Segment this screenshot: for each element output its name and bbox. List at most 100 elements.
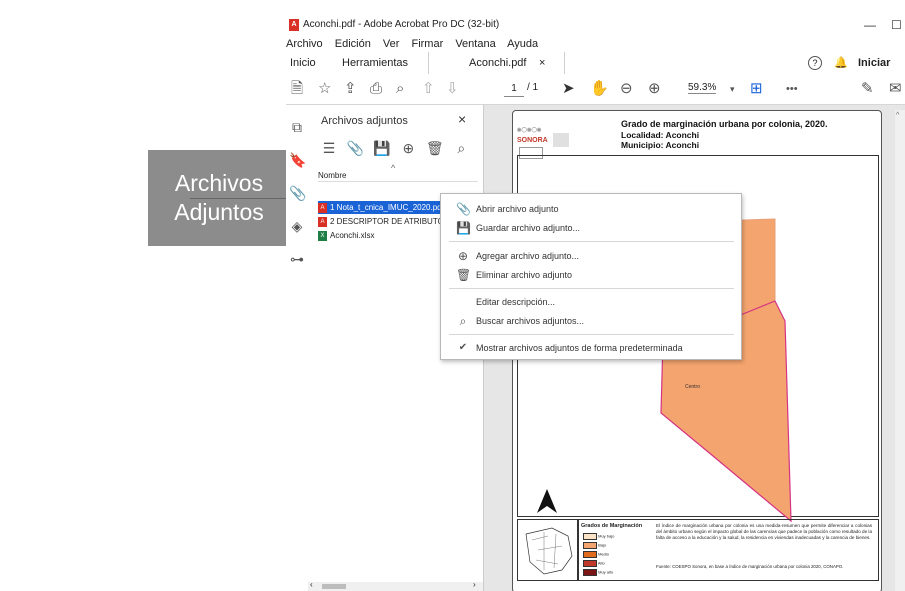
attachment-context-menu: 📎 Abrir archivo adjunto 💾 Guardar archiv… bbox=[440, 193, 742, 360]
menu-item-delete-attachment[interactable]: 🗑 Eliminar archivo adjunto bbox=[441, 266, 741, 284]
menu-ventana[interactable]: Ventana bbox=[455, 38, 495, 50]
menu-archivo[interactable]: Archivo bbox=[286, 38, 323, 50]
menu-item-open-attachment[interactable]: 📎 Abrir archivo adjunto bbox=[441, 200, 741, 218]
list-item-attachment[interactable]: X Aconchi.xlsx bbox=[318, 229, 374, 242]
tab-inicio[interactable]: Inicio bbox=[290, 52, 316, 74]
menu-ver[interactable]: Ver bbox=[383, 38, 400, 50]
legend-item: Alto bbox=[583, 560, 614, 569]
page-up-icon[interactable]: ⇧ bbox=[422, 81, 435, 97]
pdf-file-icon: A bbox=[318, 216, 327, 227]
menu-edicion[interactable]: Edición bbox=[335, 38, 371, 50]
more-tools-icon[interactable]: ••• bbox=[786, 81, 798, 97]
acrobat-app-icon: A bbox=[289, 19, 299, 31]
zoom-out-icon[interactable]: ⊖ bbox=[620, 81, 633, 97]
menu-item-search-attachments[interactable]: ⌕ Buscar archivos adjuntos... bbox=[441, 312, 741, 330]
pages-icon[interactable]: ⧉ bbox=[289, 119, 305, 135]
checkmark-icon: ✔ bbox=[458, 342, 468, 353]
tab-herramientas[interactable]: Herramientas bbox=[342, 52, 408, 74]
upload-icon[interactable]: ⇪ bbox=[344, 81, 357, 97]
map-legend: Grados de Marginación Muy bajo Bajo Medi… bbox=[517, 519, 879, 587]
document-vertical-scrollbar[interactable]: ^ bbox=[895, 110, 905, 591]
page-down-icon[interactable]: ⇩ bbox=[446, 81, 459, 97]
menu-firmar[interactable]: Firmar bbox=[411, 38, 443, 50]
legend-text-box: Grados de Marginación Muy bajo Bajo Medi… bbox=[577, 519, 879, 581]
options-menu-icon[interactable]: ☰ bbox=[320, 140, 338, 157]
delete-attachment-icon[interactable]: 🗑 bbox=[426, 140, 444, 157]
callout-line bbox=[190, 198, 292, 199]
structure-tree-icon[interactable]: ⊶ bbox=[289, 251, 305, 267]
panel-title: Archivos adjuntos bbox=[321, 115, 408, 127]
email-icon[interactable]: ✉ bbox=[889, 81, 902, 97]
menu-item-show-attachments-default[interactable]: ✔ Mostrar archivos adjuntos de forma pre… bbox=[441, 339, 741, 357]
open-attachment-icon[interactable]: 📎 bbox=[346, 140, 364, 157]
pdf-file-icon: A bbox=[318, 202, 327, 213]
title-bar: A Aconchi.pdf - Adobe Acrobat Pro DC (32… bbox=[286, 14, 905, 36]
scroll-right-icon[interactable]: › bbox=[473, 580, 476, 589]
tab-document-label: Aconchi.pdf bbox=[469, 57, 527, 69]
map-label-centro: Centro bbox=[685, 384, 700, 390]
paperclip-open-icon: 📎 bbox=[456, 202, 471, 216]
menu-separator bbox=[449, 334, 734, 335]
print-icon[interactable]: ⎙ bbox=[370, 81, 382, 97]
tab-bar: Inicio Herramientas Aconchi.pdf × ? 🔔 In… bbox=[286, 52, 905, 91]
help-icon[interactable]: ? bbox=[808, 56, 822, 70]
menu-separator bbox=[449, 288, 734, 289]
save-attachment-icon[interactable]: 💾 bbox=[373, 140, 391, 157]
sort-chevron-icon: ^ bbox=[391, 163, 396, 173]
fit-page-icon[interactable]: ⊞ bbox=[750, 81, 763, 97]
list-item-attachment[interactable]: A1 Nota_t_cnica_IMUC_2020.pdf bbox=[318, 201, 444, 214]
paperclip-add-icon: ⊕ bbox=[457, 249, 469, 263]
trash-icon: 🗑 bbox=[456, 268, 472, 282]
tab-close-icon[interactable]: × bbox=[539, 52, 545, 74]
menu-item-edit-description[interactable]: Editar descripción... bbox=[441, 293, 741, 311]
panel-close-icon[interactable]: × bbox=[458, 111, 466, 127]
legend-description: El índice de marginación urbana por colo… bbox=[656, 523, 872, 540]
panel-horizontal-scrollbar[interactable]: ‹ › bbox=[308, 580, 483, 591]
hand-tool-icon[interactable]: ✋ bbox=[590, 81, 609, 97]
bell-icon[interactable]: 🔔 bbox=[834, 52, 848, 74]
search-attachment-icon[interactable]: ⌕ bbox=[452, 140, 470, 157]
select-pointer-icon[interactable]: ➤ bbox=[562, 81, 575, 97]
scroll-up-icon[interactable]: ^ bbox=[896, 112, 899, 119]
legend-item: Bajo bbox=[583, 542, 614, 551]
scrollbar-thumb[interactable] bbox=[322, 584, 346, 589]
legend-item: Muy alto bbox=[583, 569, 614, 578]
page-number-input[interactable]: 1 bbox=[504, 82, 524, 97]
legend-item: Muy bajo bbox=[583, 533, 614, 542]
menu-separator bbox=[449, 241, 734, 242]
bookmark-star-icon[interactable]: ☆ bbox=[318, 81, 331, 97]
attachments-paperclip-icon[interactable]: 📎 bbox=[289, 185, 306, 201]
north-arrow-icon bbox=[537, 489, 557, 513]
menu-item-add-attachment[interactable]: ⊕ Agregar archivo adjunto... bbox=[441, 247, 741, 265]
zoom-in-icon[interactable]: ⊕ bbox=[648, 81, 661, 97]
bookmarks-icon[interactable]: 🔖 bbox=[289, 152, 306, 168]
excel-file-icon: X bbox=[318, 230, 327, 241]
zoom-level-select[interactable]: 59.3% bbox=[688, 82, 717, 94]
main-toolbar: 🗎 ☆ ⇪ ⎙ ⌕ ⇧ ⇩ 1 / 1 ➤ ✋ ⊖ ⊕ 59.3% ▾ ⊞ ••… bbox=[286, 74, 905, 105]
menu-ayuda[interactable]: Ayuda bbox=[507, 38, 538, 50]
legend-items: Muy bajo Bajo Medio Alto Muy alto bbox=[583, 533, 614, 578]
scroll-left-icon[interactable]: ‹ bbox=[310, 580, 313, 589]
menu-bar: Archivo Edición Ver Firmar Ventana Ayuda bbox=[286, 36, 905, 52]
list-item-attachment[interactable]: A2 DESCRIPTOR DE ATRIBUTOS bbox=[318, 215, 449, 228]
maximize-button[interactable]: ☐ bbox=[891, 14, 902, 36]
legend-source: Fuente: COESPO Sonora, en base a Índice … bbox=[656, 564, 844, 569]
legend-item: Medio bbox=[583, 551, 614, 560]
minimize-button[interactable]: — bbox=[864, 14, 876, 36]
page-total: / 1 bbox=[527, 82, 539, 93]
sign-icon[interactable]: ✎ bbox=[861, 81, 874, 97]
layers-icon[interactable]: ◈ bbox=[289, 218, 305, 234]
chevron-down-icon[interactable]: ▾ bbox=[730, 81, 735, 97]
create-pdf-icon[interactable]: 🗎 bbox=[291, 81, 303, 97]
menu-item-save-attachment[interactable]: 💾 Guardar archivo adjunto... bbox=[441, 219, 741, 237]
column-header-name[interactable]: ^ Nombre bbox=[318, 163, 478, 182]
sign-in-button[interactable]: Iniciar se bbox=[858, 52, 905, 91]
save-icon: 💾 bbox=[456, 221, 471, 235]
state-minimap bbox=[517, 519, 579, 581]
legend-title: Grados de Marginación bbox=[581, 523, 643, 529]
search-icon[interactable]: ⌕ bbox=[396, 81, 404, 97]
window-title: Aconchi.pdf - Adobe Acrobat Pro DC (32-b… bbox=[303, 19, 500, 30]
add-attachment-icon[interactable]: ⊕ bbox=[399, 140, 417, 157]
tab-document[interactable]: Aconchi.pdf × bbox=[428, 52, 565, 74]
navigation-rail: ⧉ 🔖 📎 ◈ ⊶ bbox=[286, 105, 309, 591]
